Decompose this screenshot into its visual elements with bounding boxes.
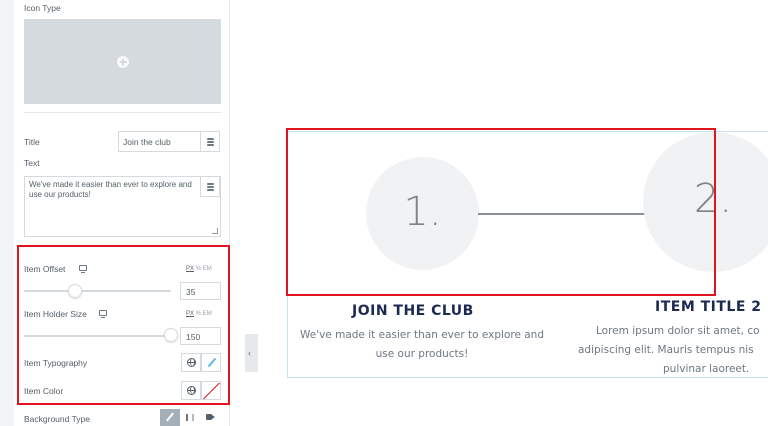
video-icon [206,414,215,420]
title-label: Title [24,137,40,147]
background-type-label: Background Type [24,414,90,424]
resize-handle-icon[interactable] [212,228,218,234]
step-description-1: We've made it easier than ever to explor… [288,326,556,364]
step-title-2: ITEM TITLE 2 [655,299,762,315]
text-textarea-value: We've made it easier than ever to explor… [29,180,192,199]
gradient-icon [186,414,194,421]
database-icon [207,138,214,146]
divider [24,112,221,113]
chevron-left-icon: ‹ [248,348,251,358]
panel-collapse-handle[interactable]: ‹ [245,334,258,372]
highlight-box-panel [17,245,230,405]
background-video-button[interactable] [200,409,220,426]
title-dynamic-button[interactable] [200,131,220,152]
description-line: We've made it easier than ever to explor… [299,329,545,341]
step-title-1: JOIN THE CLUB [352,303,474,319]
panel-gutter [0,0,14,426]
description-line: use our products! [375,348,469,360]
icon-type-label: Icon Type [24,3,61,13]
plus-icon[interactable] [117,56,129,68]
description-line: adipiscing elit. Mauris tempus nis [578,344,754,356]
step-description-2: Lorem ipsum dolor sit amet, co adipiscin… [576,322,768,379]
background-classic-button[interactable] [160,409,180,426]
title-input[interactable]: Join the club [118,131,201,152]
brush-icon [166,412,174,422]
text-label: Text [24,158,40,168]
description-line: pulvinar laoreet. [663,363,750,375]
text-dynamic-button[interactable] [200,176,220,197]
highlight-box-preview [286,128,716,296]
icon-media-picker[interactable] [24,19,221,104]
database-icon [207,183,214,191]
description-line: Lorem ipsum dolor sit amet, co [596,325,760,337]
background-gradient-button[interactable] [180,409,200,426]
text-textarea[interactable]: We've made it easier than ever to explor… [24,176,221,237]
